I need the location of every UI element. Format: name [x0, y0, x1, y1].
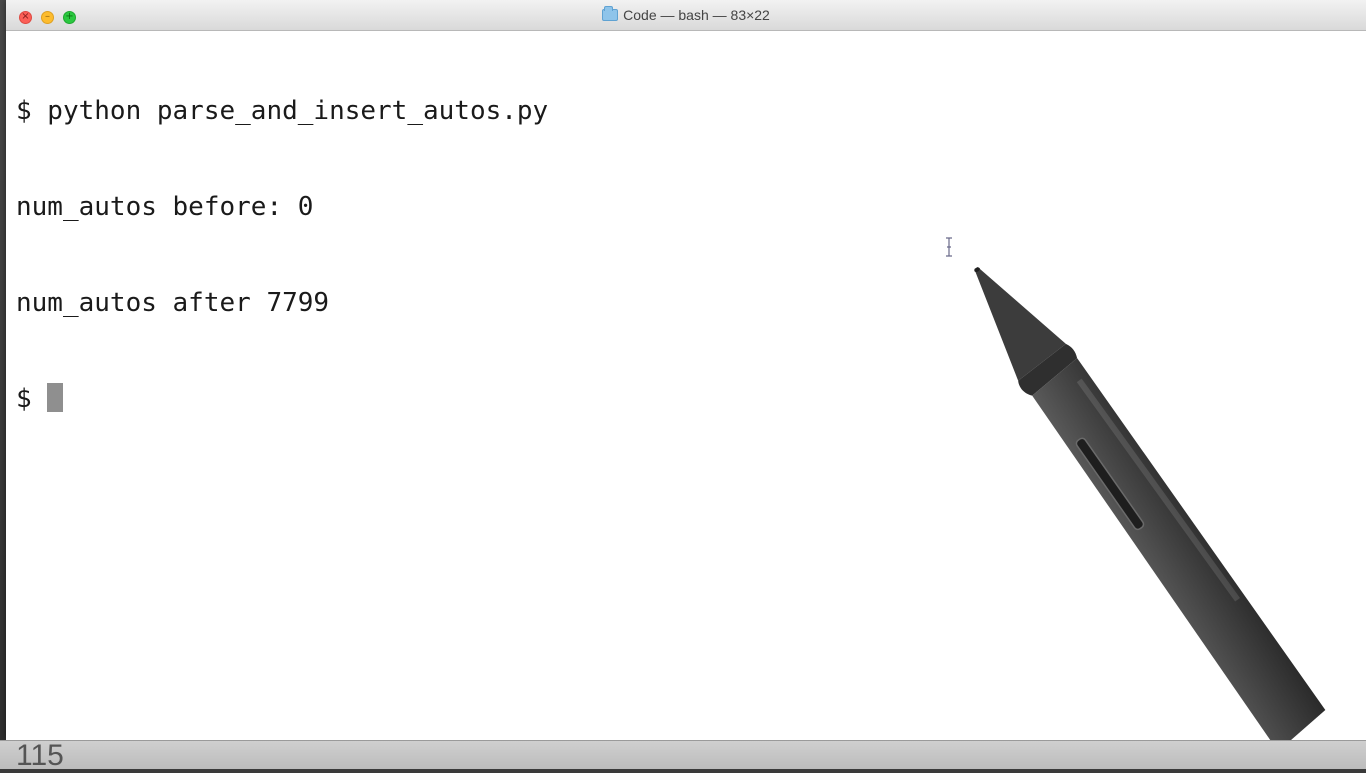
terminal-line: num_autos before: 0 — [16, 192, 314, 222]
prompt: $ — [16, 384, 48, 414]
folder-icon — [602, 6, 619, 21]
video-frame: × – + Code — bash — 83×22 $ python parse… — [0, 0, 1366, 772]
terminal-window: × – + Code — bash — 83×22 $ python parse… — [6, 0, 1366, 740]
terminal-line: num_autos after 7799 — [16, 288, 330, 318]
title-bar[interactable]: × – + Code — bash — 83×22 — [6, 0, 1366, 31]
text-cursor — [47, 383, 64, 412]
terminal-line: $ python parse_and_insert_autos.py — [16, 96, 549, 126]
window-title-container: Code — bash — 83×22 — [6, 6, 1366, 23]
window-title: Code — bash — 83×22 — [623, 7, 770, 23]
bottom-bar: 115 — [0, 739, 1366, 772]
prompt-line[interactable]: $ — [16, 383, 1356, 415]
terminal-output[interactable]: $ python parse_and_insert_autos.py num_a… — [16, 31, 1356, 740]
ibeam-cursor-icon — [946, 237, 952, 257]
